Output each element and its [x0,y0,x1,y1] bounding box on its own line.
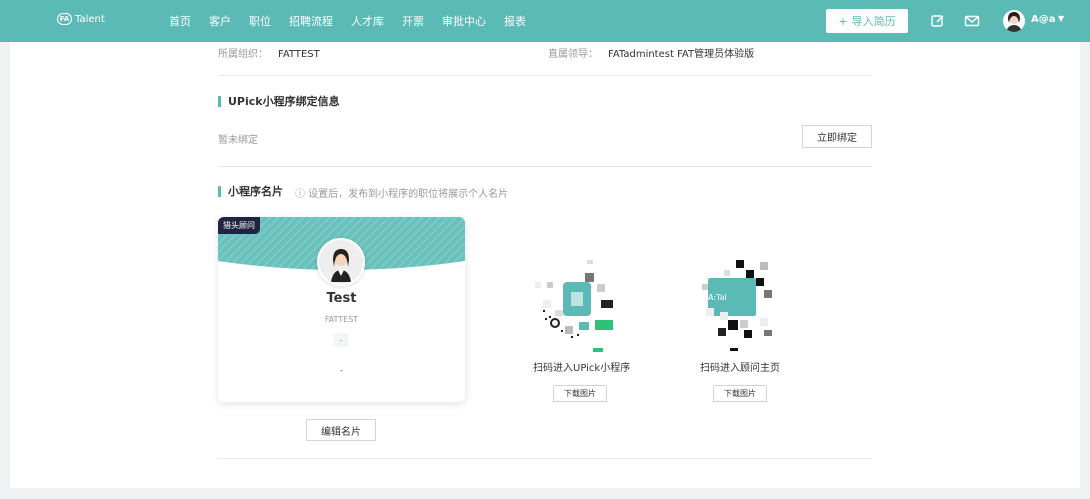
mail-icon[interactable] [964,13,980,29]
user-name[interactable]: A@a [1031,14,1056,25]
nav-item-reports[interactable]: 报表 [495,13,535,29]
nav-item-jobs[interactable]: 职位 [240,13,280,29]
import-resume-label: 导入简历 [851,15,896,28]
logo-mark: FA [57,13,72,25]
app-logo[interactable]: FA Talent [57,13,105,25]
leader-value: FATadmintest FAT管理员体验版 [608,49,755,60]
nav-item-talent-pool[interactable]: 人才库 [342,13,393,29]
card-name: Test [326,291,357,306]
edit-card-button[interactable]: 编辑名片 [306,419,376,441]
user-avatar[interactable] [1003,10,1025,32]
nav-item-approval-center[interactable]: 审批中心 [433,13,495,29]
mini-card-hint: ⓘ 设置后，发布到小程序的职位将展示个人名片 [295,189,509,200]
main-nav: 首页 客户 职位 招聘流程 人才库 开票 审批中心 报表 [160,13,535,29]
nav-item-home[interactable]: 首页 [160,13,200,29]
divider [218,458,872,459]
consultant-qr-code: A:Tal [702,260,772,351]
leader-label: 直属领导： [548,49,598,60]
plus-icon: + [838,14,848,28]
top-navigation-bar: FA Talent 首页 客户 职位 招聘流程 人才库 开票 审批中心 报表 +… [0,0,1090,42]
download-consultant-qr-button[interactable]: 下载图片 [713,385,767,402]
nav-item-invoicing[interactable]: 开票 [393,13,433,29]
divider [218,75,872,76]
nav-item-clients[interactable]: 客户 [200,13,240,29]
org-value: FATTEST [278,49,320,60]
divider [218,166,872,167]
consultant-qr-label: 扫码进入顾问主页 [700,363,780,374]
avatar [317,238,365,286]
upick-section-title: UPick小程序绑定信息 [218,96,340,107]
org-label: 所属组织： [218,49,268,60]
card-note: - [339,366,344,376]
leader-row: 直属领导： FATadmintest FAT管理员体验版 [548,45,754,60]
bind-now-button[interactable]: 立即绑定 [802,125,872,148]
consultant-badge: 猎头顾问 [218,217,260,234]
logo-text: Talent [75,13,105,25]
card-organization: FATTEST [324,315,359,324]
business-card-preview: 猎头顾问 Test FATTEST - - [218,217,465,402]
org-row: 所属组织： FATTEST [218,45,320,60]
card-tag: - [334,333,348,347]
mini-card-section-title: 小程序名片 [218,186,283,197]
edit-icon[interactable] [930,13,946,29]
chevron-down-icon[interactable]: ▼ [1058,14,1064,23]
download-upick-qr-button[interactable]: 下载图片 [553,385,607,402]
upick-status: 暂未绑定 [218,135,258,146]
upick-qr-code [535,260,613,352]
import-resume-button[interactable]: + 导入简历 [826,9,908,33]
nav-item-recruiting-process[interactable]: 招聘流程 [280,13,342,29]
consultant-qr-logo-text: A:Tal [708,293,727,302]
upick-qr-label: 扫码进入UPick小程序 [533,363,631,374]
